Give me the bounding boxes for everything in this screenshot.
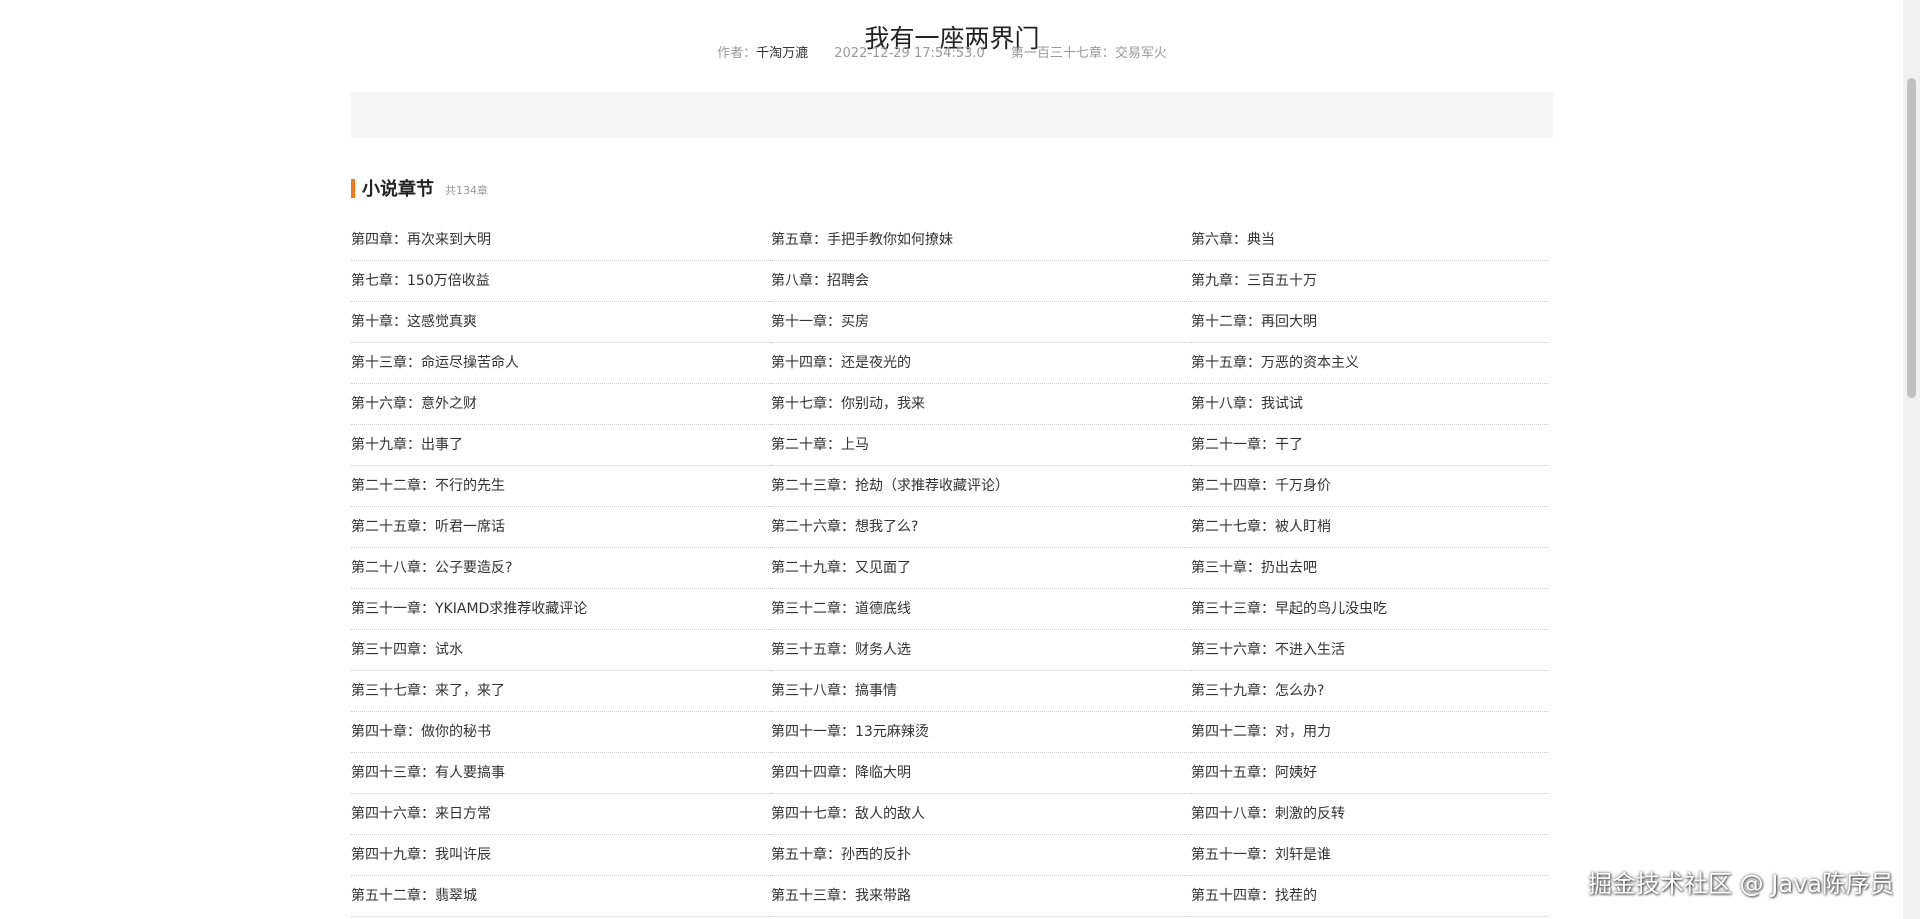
chapter-link[interactable]: 第二十章：上马: [771, 425, 1191, 466]
chapter-link[interactable]: 第二十七章：被人盯梢: [1191, 507, 1549, 548]
chapter-link[interactable]: 第十四章：还是夜光的: [771, 343, 1191, 384]
chapter-link[interactable]: 第三十章：扔出去吧: [1191, 548, 1549, 589]
chapter-link[interactable]: 第三十四章：试水: [351, 630, 771, 671]
chapter-link[interactable]: 第二十一章：干了: [1191, 425, 1549, 466]
chapter-link[interactable]: 第四十一章：13元麻辣烫: [771, 712, 1191, 753]
chapter-link[interactable]: 第十六章：意外之财: [351, 384, 771, 425]
chapter-count: 共134章: [445, 183, 488, 197]
chapter-link[interactable]: 第五章：手把手教你如何撩妹: [771, 220, 1191, 261]
chapter-link[interactable]: 第四十七章：敌人的敌人: [771, 794, 1191, 835]
chapter-link[interactable]: 第四十八章：刺激的反转: [1191, 794, 1549, 835]
section-title: 小说章节: [362, 179, 434, 200]
chapter-link[interactable]: 第二十二章：不行的先生: [351, 466, 771, 507]
chapter-link[interactable]: 第三十七章：来了，来了: [351, 671, 771, 712]
chapter-link[interactable]: 第十八章：我试试: [1191, 384, 1549, 425]
chapter-link[interactable]: 第四十九章：我叫许辰: [351, 835, 771, 876]
chapter-link[interactable]: 第十章：这感觉真爽: [351, 302, 771, 343]
chapter-list: 第四章：再次来到大明 第五章：手把手教你如何撩妹 第六章：典当第七章：150万倍收益…: [351, 220, 1549, 917]
chapter-link[interactable]: 第十九章：出事了: [351, 425, 771, 466]
chapter-link[interactable]: 第四十三章：有人要搞事: [351, 753, 771, 794]
chapter-link[interactable]: 第二十五章：听君一席话: [351, 507, 771, 548]
chapter-link[interactable]: 第四十二章：对，用力: [1191, 712, 1549, 753]
chapter-link[interactable]: 第四十章：做你的秘书: [351, 712, 771, 753]
chapter-link[interactable]: 第九章：三百五十万: [1191, 261, 1549, 302]
chapter-link[interactable]: 第十一章：买房: [771, 302, 1191, 343]
chapter-link[interactable]: 第四十五章：阿姨好: [1191, 753, 1549, 794]
chapter-link[interactable]: 第二十三章：抢劫（求推荐收藏评论）: [771, 466, 1191, 507]
chapter-link[interactable]: 第三十一章：YKIAMD求推荐收藏评论: [351, 589, 771, 630]
chapter-link[interactable]: 第七章：150万倍收益: [351, 261, 771, 302]
author-label: 作者：: [717, 46, 757, 61]
author-info: 作者：千淘万漉: [717, 46, 808, 61]
chapter-section-header: 小说章节 共134章: [351, 177, 488, 200]
chapter-link[interactable]: 第三十八章：搞事情: [771, 671, 1191, 712]
chapter-link[interactable]: 第六章：典当: [1191, 220, 1549, 261]
chapter-link[interactable]: 第五十三章：我来带路: [771, 876, 1191, 917]
chapter-link[interactable]: 第三十二章：道德底线: [771, 589, 1191, 630]
latest-chapter-link[interactable]: 第一百三十七章：交易军火: [1011, 46, 1167, 61]
chapter-link[interactable]: 第四十六章：来日方常: [351, 794, 771, 835]
scrollbar-thumb[interactable]: [1907, 78, 1916, 398]
chapter-link[interactable]: 第二十八章：公子要造反?: [351, 548, 771, 589]
chapter-link[interactable]: 第三十三章：早起的鸟儿没虫吃: [1191, 589, 1549, 630]
chapter-link[interactable]: 第三十五章：财务人选: [771, 630, 1191, 671]
page: 我有一座两界门 作者：千淘万漉 2022-12-29 17:54:53.0 第一…: [0, 0, 1920, 919]
chapter-link[interactable]: 第八章：招聘会: [771, 261, 1191, 302]
update-time: 2022-12-29 17:54:53.0: [834, 46, 985, 61]
chapter-link[interactable]: 第十五章：万恶的资本主义: [1191, 343, 1549, 384]
chapter-link[interactable]: 第四章：再次来到大明: [351, 220, 771, 261]
chapter-link[interactable]: 第三十九章：怎么办?: [1191, 671, 1549, 712]
book-meta: 作者：千淘万漉 2022-12-29 17:54:53.0 第一百三十七章：交易…: [0, 45, 1884, 63]
section-accent-bar: [351, 178, 355, 198]
vertical-scrollbar[interactable]: [1903, 0, 1920, 919]
chapter-link[interactable]: 第五十一章：刘轩是谁: [1191, 835, 1549, 876]
chapter-link[interactable]: 第五十二章：翡翠城: [351, 876, 771, 917]
author-name[interactable]: 千淘万漉: [756, 46, 808, 61]
chapter-link[interactable]: 第四十四章：降临大明: [771, 753, 1191, 794]
chapter-link[interactable]: 第十三章：命运尽操苦命人: [351, 343, 771, 384]
chapter-link[interactable]: 第三十六章：不进入生活: [1191, 630, 1549, 671]
chapter-link[interactable]: 第五十章：孙西的反扑: [771, 835, 1191, 876]
chapter-link[interactable]: 第十二章：再回大明: [1191, 302, 1549, 343]
chapter-link[interactable]: 第十七章：你别动，我来: [771, 384, 1191, 425]
chapter-link[interactable]: 第二十四章：千万身价: [1191, 466, 1549, 507]
chapter-link[interactable]: 第二十九章：又见面了: [771, 548, 1191, 589]
chapter-link[interactable]: 第二十六章：想我了么?: [771, 507, 1191, 548]
chapter-link[interactable]: 第五十四章：找茬的: [1191, 876, 1549, 917]
watermark: 掘金技术社区 @ Java陈序员: [1588, 870, 1894, 898]
ad-banner: [351, 92, 1553, 138]
